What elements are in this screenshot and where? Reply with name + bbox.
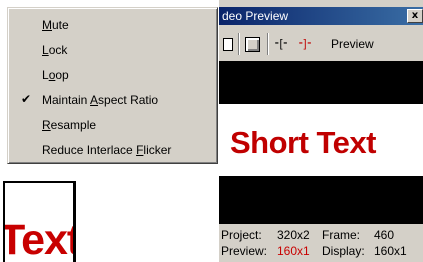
video-preview-window: deo Preview x ⁃[⁃ ⁃]⁃ Preview Short Text…: [218, 0, 423, 262]
preview-size-label: Preview:: [221, 244, 268, 258]
menu-item-maintain-aspect-ratio[interactable]: ✔ Maintain Aspect Ratio: [11, 89, 214, 111]
menu-item-label: Loop: [42, 68, 69, 82]
project-value: 320x2: [277, 228, 310, 242]
menu-item-lock[interactable]: Lock: [11, 39, 214, 61]
frame-value: 460: [374, 228, 395, 242]
menu-item-reduce-interlace-flicker[interactable]: Reduce Interlace Flicker: [11, 139, 214, 161]
checkmark-icon: ✔: [21, 92, 32, 106]
menu-item-label: Reduce Interlace Flicker: [42, 143, 172, 157]
title-bar[interactable]: deo Preview x: [219, 7, 423, 25]
background-title-text: Text: [3, 216, 73, 262]
mark-in-icon[interactable]: ⁃[⁃: [274, 35, 294, 53]
menu-item-resample[interactable]: Resample: [11, 114, 214, 136]
fit-window-icon[interactable]: [243, 35, 261, 53]
background-title-frame: Text: [3, 181, 76, 262]
frame-label: Frame:: [322, 228, 361, 242]
display-size-value: 160x1: [374, 244, 407, 258]
mark-out-icon[interactable]: ⁃]⁃: [298, 35, 318, 53]
preview-toolbar: ⁃[⁃ ⁃]⁃ Preview: [219, 27, 423, 61]
menu-item-label: Resample: [42, 118, 97, 132]
toolbar-separator: [238, 33, 240, 55]
video-viewport[interactable]: Short Text: [219, 61, 423, 224]
menu-item-label: Mute: [42, 18, 69, 32]
video-title-text: Short Text: [230, 125, 377, 160]
menu-item-mute[interactable]: Mute: [11, 14, 214, 36]
menu-item-label: Lock: [42, 43, 68, 57]
preview-button[interactable]: Preview: [331, 37, 374, 51]
properties-icon[interactable]: [221, 35, 233, 53]
window-title: deo Preview: [222, 9, 289, 23]
toolbar-separator: [267, 33, 269, 55]
menu-item-loop[interactable]: Loop: [11, 64, 214, 86]
context-menu: Mute Lock Loop ✔ Maintain Aspect Ratio R…: [7, 7, 218, 164]
display-size-label: Display:: [322, 244, 365, 258]
close-button[interactable]: x: [407, 9, 423, 23]
status-panel: Project: 320x2 Frame: 460 Preview: 160x1…: [219, 224, 423, 262]
menu-item-label: Maintain Aspect Ratio: [42, 93, 159, 107]
project-label: Project:: [221, 228, 262, 242]
preview-size-value: 160x1: [277, 244, 310, 258]
